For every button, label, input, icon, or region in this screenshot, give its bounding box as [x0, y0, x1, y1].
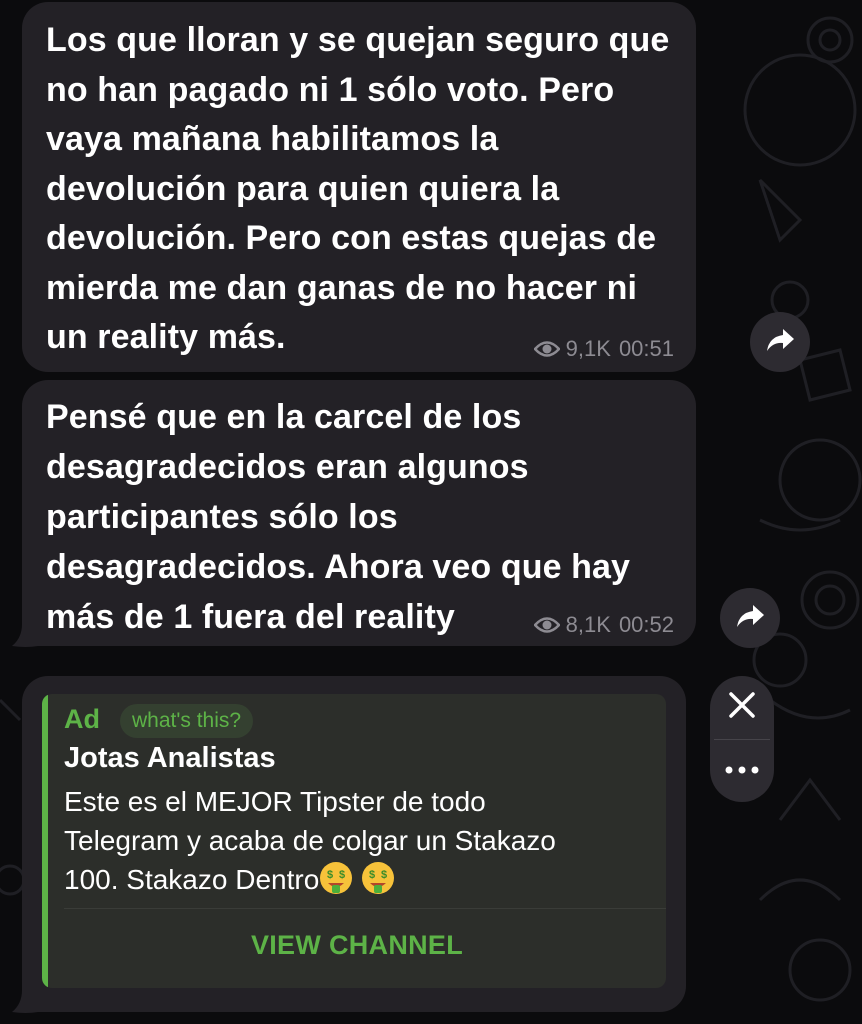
share-button[interactable] — [720, 588, 780, 648]
money-mouth-face-emoji: $ $ — [319, 861, 353, 895]
message-meta: 8,1K 00:52 — [533, 612, 674, 638]
more-dots-icon — [724, 762, 760, 780]
svg-text:$: $ — [369, 869, 375, 881]
bubble-tail — [12, 990, 38, 1013]
money-mouth-face-emoji: $ $ — [361, 861, 395, 895]
view-channel-button[interactable]: VIEW CHANNEL — [48, 930, 666, 970]
view-count: 9,1K — [565, 336, 611, 361]
ad-label: Ad — [64, 704, 100, 734]
ad-card[interactable]: Ad what's this? Jotas Analistas Este es … — [42, 694, 666, 988]
message-text: Los que lloran y se quejan seguro que no… — [46, 21, 670, 356]
share-button[interactable] — [750, 312, 810, 372]
ad-title: Jotas Analistas — [64, 742, 276, 774]
eye-icon — [533, 340, 560, 358]
ad-actions-panel — [710, 676, 774, 802]
share-arrow-icon — [765, 327, 795, 358]
svg-text:$: $ — [339, 869, 345, 881]
svg-text:$: $ — [381, 869, 387, 881]
message-text: Pensé que en la carcel de los desagradec… — [46, 398, 631, 636]
close-icon — [727, 690, 757, 725]
message-meta: 9,1K 00:51 — [533, 336, 674, 362]
message-bubble: Pensé que en la carcel de los desagradec… — [22, 380, 696, 646]
ad-more-button[interactable] — [710, 740, 774, 802]
message-time: 00:51 — [618, 336, 674, 361]
svg-text:$: $ — [327, 869, 333, 881]
ad-text: Este es el MEJOR Tipster de todo Telegra… — [64, 786, 556, 895]
view-count: 8,1K — [565, 612, 611, 637]
ad-close-button[interactable] — [710, 676, 774, 738]
whats-this-button[interactable]: what's this? — [120, 704, 254, 738]
eye-icon — [533, 616, 560, 634]
message-bubble: Los que lloran y se quejan seguro que no… — [22, 2, 696, 372]
bubble-tail — [12, 624, 38, 647]
message-time: 00:52 — [618, 612, 674, 637]
ad-text-block: Este es el MEJOR Tipster de todo Telegra… — [64, 782, 660, 899]
share-arrow-icon — [735, 603, 765, 634]
ad-divider — [64, 908, 666, 909]
